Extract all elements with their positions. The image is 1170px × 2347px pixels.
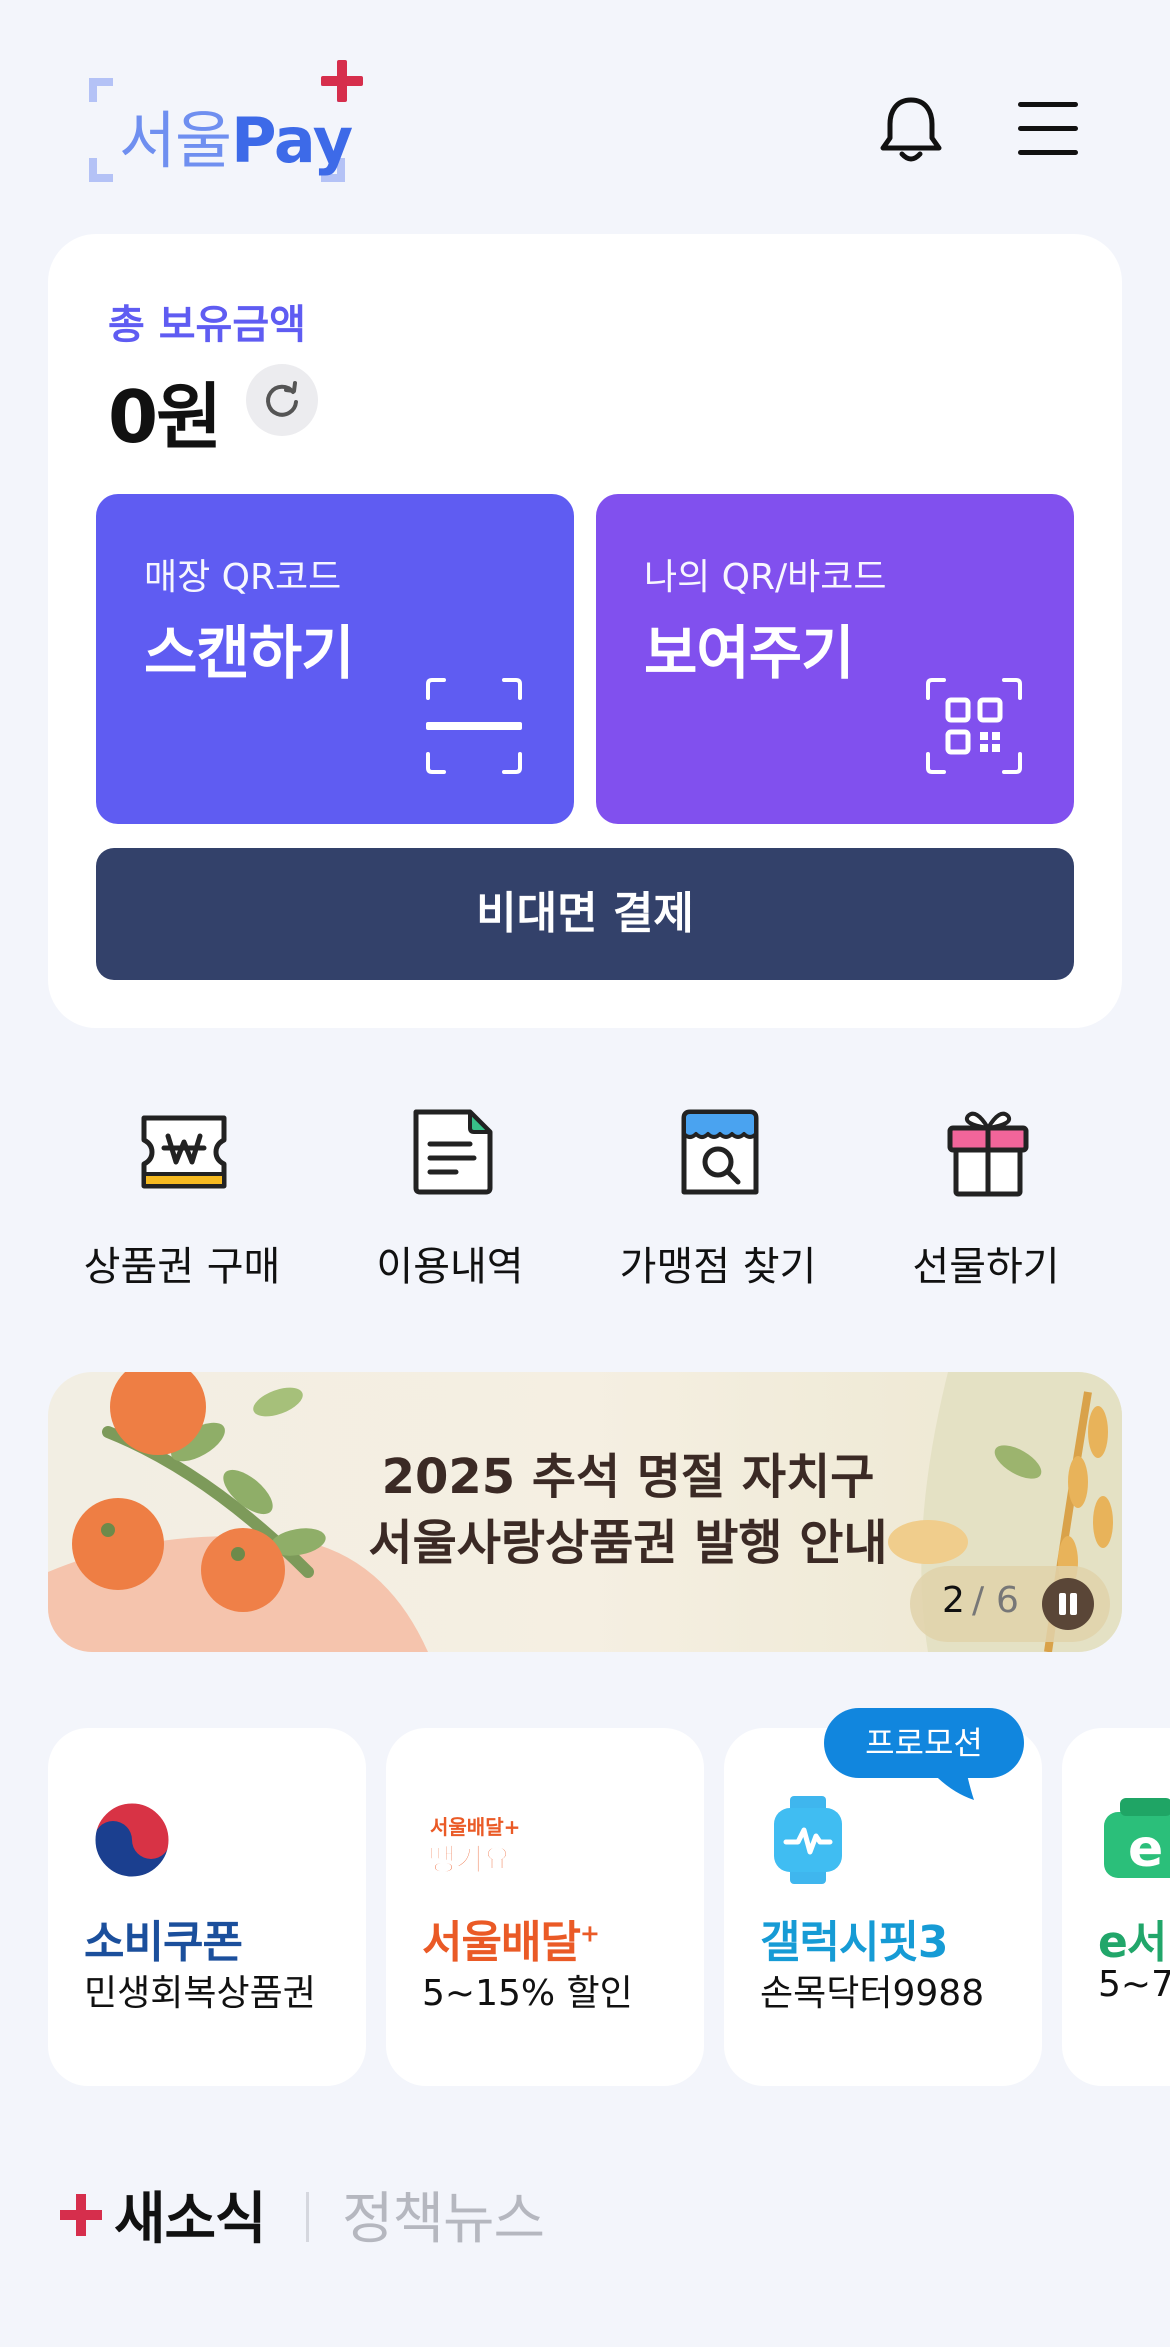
logo-bracket [89,78,113,102]
show-sub-label: 나의 QR/바코드 [644,557,887,598]
plus-icon [321,60,363,102]
tab-divider [306,2192,309,2242]
logo-text: 서울Pay [119,90,353,180]
scan-qr-button[interactable]: 매장 QR코드 스캔하기 [96,494,574,824]
quick-menu-label: 선물하기 [912,1244,1060,1290]
seoulpay-logo[interactable]: 서울Pay [85,60,365,190]
banner-pager: 2 / 6 [910,1566,1110,1642]
pause-icon[interactable] [1042,1578,1094,1630]
logo-bracket [89,158,113,182]
promo-desc: 손목닥터9988 [760,1973,985,2014]
quick-menu-store-search[interactable]: 가맹점 찾기 [598,1104,838,1294]
smartwatch-icon [774,1796,842,1884]
show-qr-button[interactable]: 나의 QR/바코드 보여주기 [596,494,1074,824]
event-banner[interactable]: 2025 추석 명절 자치구 서울사랑상품권 발행 안내 2 / 6 [48,1372,1122,1652]
news-section: 새소식 정책뉴스 [56,2170,1136,2260]
app-header: 서울Pay [0,0,1170,230]
promo-card-e-seoul[interactable]: e e서 5~7 [1062,1728,1170,2086]
document-icon [413,1109,493,1195]
bell-icon[interactable] [878,94,944,166]
voucher-icon [141,1115,227,1189]
promo-title: 소비쿠폰 [84,1917,243,1968]
promo-card-consumer-coupon[interactable]: 소비쿠폰 민생회복상품권 [48,1728,366,2086]
logo-text-top: 서울배달+ [430,1815,520,1839]
quick-menu-label: 이용내역 [376,1244,524,1290]
plus-icon [60,2194,102,2236]
quick-menu-gift[interactable]: 선물하기 [866,1104,1106,1294]
tab-news[interactable]: 새소식 [114,2174,267,2255]
promo-title: 서울배달+ [422,1906,600,1970]
quick-menu-label: 가맹점 찾기 [619,1244,817,1290]
e-logo-letter: e [1128,1819,1163,1879]
pager-total: 6 [996,1580,1019,1621]
seoul-delivery-logo-icon: 서울배달+ 땡겨요 [428,1815,521,1879]
banner-line-1: 2025 추석 명절 자치구 [381,1449,875,1505]
quick-menu-history[interactable]: 이용내역 [330,1104,570,1294]
quick-menu-voucher[interactable]: 상품권 구매 [62,1104,302,1294]
e-voucher-icon: e [1104,1798,1170,1879]
refresh-button[interactable] [246,364,318,436]
promo-card-seoul-delivery[interactable]: 서울배달+ 땡겨요 서울배달+ 5~15% 할인 [386,1728,704,2086]
scan-main-label: 스캔하기 [144,619,354,687]
balance-card: 총 보유금액 0원 매장 QR코드 스캔하기 나의 QR/바코드 보여주기 비대… [48,234,1122,1028]
promo-desc: 민생회복상품권 [84,1973,316,2014]
balance-label: 총 보유금액 [108,302,306,348]
tab-policy-news[interactable]: 정책뉴스 [342,2174,545,2255]
scan-frame-icon [426,678,522,774]
promo-title-text: 서울배달 [422,1917,581,1968]
pager-current: 2 [942,1580,965,1621]
promo-title-sup: + [579,1919,600,1948]
balance-amount: 0원 [108,375,222,459]
store-search-icon [681,1109,759,1195]
promo-title: 갤럭시핏3 [760,1917,949,1968]
taegeuk-logo-icon [92,1800,172,1880]
refresh-icon [266,381,298,417]
hamburger-menu-icon[interactable] [1016,100,1080,158]
logo-text-bottom: 땡겨요 [428,1843,511,1878]
banner-line-2: 서울사랑상품권 발행 안내 [368,1515,888,1571]
promo-title: e서 [1098,1917,1167,1968]
promo-desc: 5~15% 할인 [422,1973,633,2014]
qr-code-icon [926,678,1022,774]
quick-menu-label: 상품권 구매 [83,1244,281,1290]
logo-korean: 서울 [119,104,232,177]
gift-icon [947,1111,1029,1197]
promo-desc: 5~7 [1098,1964,1170,2005]
contactless-payment-button[interactable]: 비대면 결제 [96,848,1074,980]
pager-separator: / [972,1580,985,1621]
logo-pay: Pay [231,104,353,177]
promotion-badge: 프로모션 [824,1708,1024,1778]
banner-text: 2025 추석 명절 자치구 서울사랑상품권 발행 안내 [278,1444,978,1576]
show-main-label: 보여주기 [644,619,854,687]
badge-tail [930,1770,974,1800]
scan-sub-label: 매장 QR코드 [144,557,342,598]
promo-card-galaxy-fit[interactable]: 갤럭시핏3 손목닥터9988 [724,1728,1042,2086]
